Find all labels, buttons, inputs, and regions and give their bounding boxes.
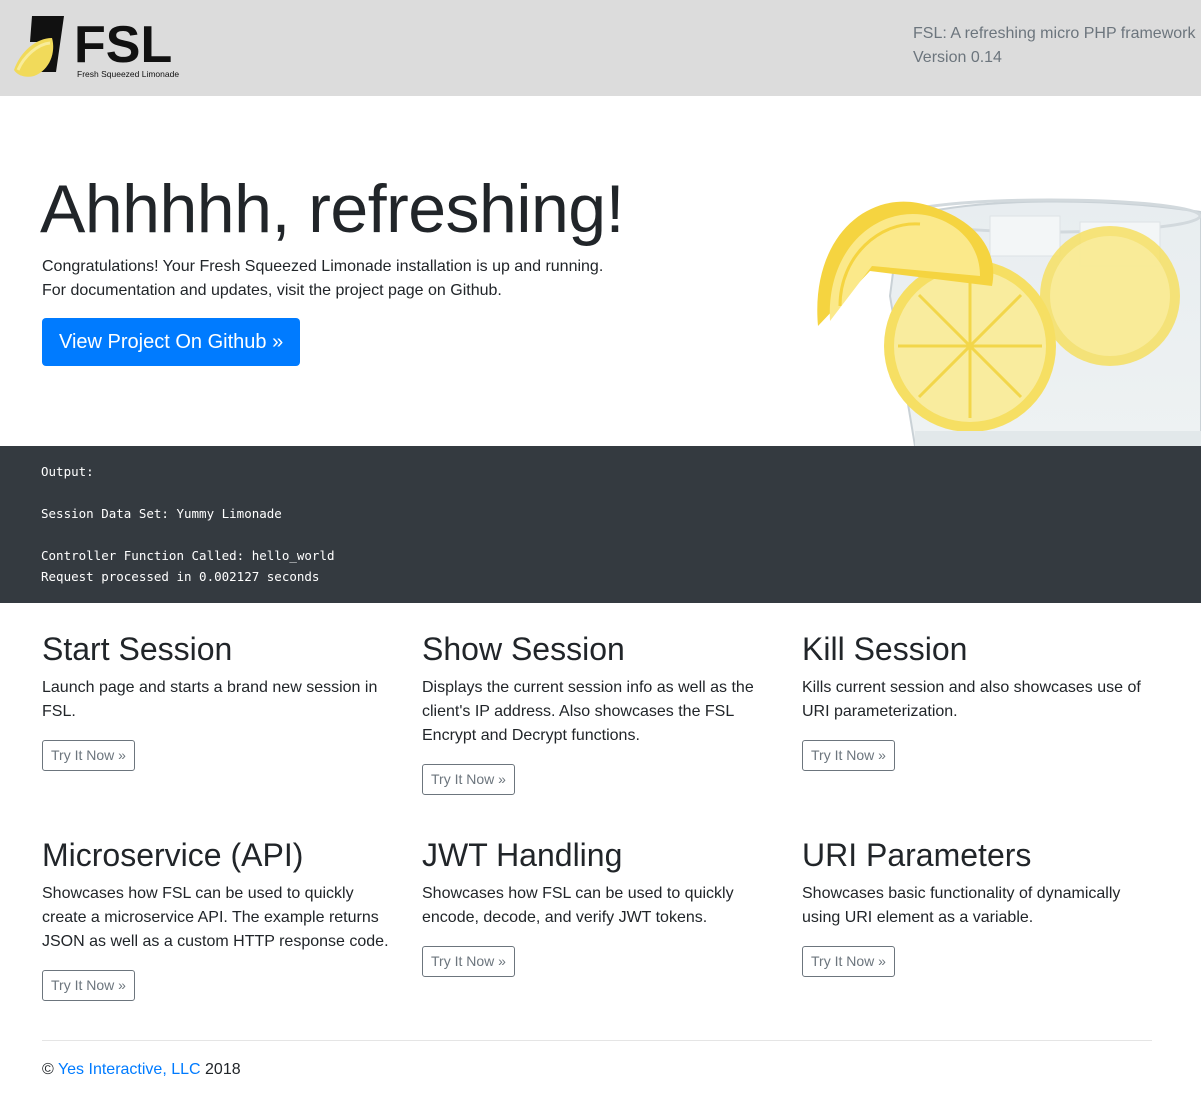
feature-title: URI Parameters xyxy=(802,837,1032,873)
feature-start-session: Start Session Launch page and starts a b… xyxy=(42,630,397,771)
site-header: FSL Fresh Squeezed Limonade FSL: A refre… xyxy=(0,0,1201,96)
feature-description: Kills current session and also showcases… xyxy=(802,679,1141,720)
feature-description: Showcases basic functionality of dynamic… xyxy=(802,885,1121,926)
feature-title: Start Session xyxy=(42,631,233,667)
hero-section: Ahhhhh, refreshing! Congratulations! You… xyxy=(0,96,1201,446)
session-data-line: Session Data Set: Yummy Limonade xyxy=(41,506,282,521)
feature-jwt-handling: JWT Handling Showcases how FSL can be us… xyxy=(422,836,777,977)
output-panel: Output: Session Data Set: Yummy Limonade… xyxy=(0,446,1201,603)
try-jwt-button[interactable]: Try It Now » xyxy=(422,946,515,977)
request-time-line: Request processed in 0.002127 seconds xyxy=(41,569,320,584)
lemonade-glass-image xyxy=(817,198,1201,446)
site-info: FSL: A refreshing micro PHP framework Ve… xyxy=(913,22,1195,70)
hero-line-2: For documentation and updates, visit the… xyxy=(42,282,502,299)
try-start-session-button[interactable]: Try It Now » xyxy=(42,740,135,771)
feature-title: Microservice (API) xyxy=(42,837,304,873)
hero-description: Congratulations! Your Fresh Squeezed Lim… xyxy=(42,255,603,303)
svg-text:Fresh Squeezed Limonade: Fresh Squeezed Limonade xyxy=(77,69,179,79)
copyright-symbol: © xyxy=(42,1061,54,1078)
hero-title: Ahhhhh, refreshing! xyxy=(40,171,625,247)
controller-line: Controller Function Called: hello_world xyxy=(41,548,335,563)
svg-text:FSL: FSL xyxy=(74,16,172,74)
feature-description: Launch page and starts a brand new sessi… xyxy=(42,679,378,720)
hero-line-1: Congratulations! Your Fresh Squeezed Lim… xyxy=(42,258,604,275)
feature-kill-session: Kill Session Kills current session and a… xyxy=(802,630,1157,771)
feature-show-session: Show Session Displays the current sessio… xyxy=(422,630,777,795)
try-microservice-button[interactable]: Try It Now » xyxy=(42,970,135,1001)
try-uri-parameters-button[interactable]: Try It Now » xyxy=(802,946,895,977)
feature-description: Showcases how FSL can be used to quickly… xyxy=(422,885,734,926)
footer: © Yes Interactive, LLC 2018 xyxy=(42,1058,241,1082)
feature-title: Show Session xyxy=(422,631,625,667)
copyright-year: 2018 xyxy=(205,1061,241,1078)
feature-title: JWT Handling xyxy=(422,837,623,873)
feature-microservice: Microservice (API) Showcases how FSL can… xyxy=(42,836,397,1001)
footer-divider xyxy=(42,1040,1152,1041)
feature-uri-parameters: URI Parameters Showcases basic functiona… xyxy=(802,836,1157,977)
framework-tagline: FSL: A refreshing micro PHP framework xyxy=(913,25,1196,42)
try-kill-session-button[interactable]: Try It Now » xyxy=(802,740,895,771)
fsl-logo[interactable]: FSL Fresh Squeezed Limonade xyxy=(12,12,182,82)
feature-title: Kill Session xyxy=(802,631,968,667)
feature-description: Displays the current session info as wel… xyxy=(422,679,754,744)
try-show-session-button[interactable]: Try It Now » xyxy=(422,764,515,795)
output-heading: Output: xyxy=(41,464,94,479)
feature-description: Showcases how FSL can be used to quickly… xyxy=(42,885,389,950)
company-link[interactable]: Yes Interactive, LLC xyxy=(58,1061,201,1078)
version-label: Version 0.14 xyxy=(913,49,1002,66)
view-github-button[interactable]: View Project On Github » xyxy=(42,318,301,366)
